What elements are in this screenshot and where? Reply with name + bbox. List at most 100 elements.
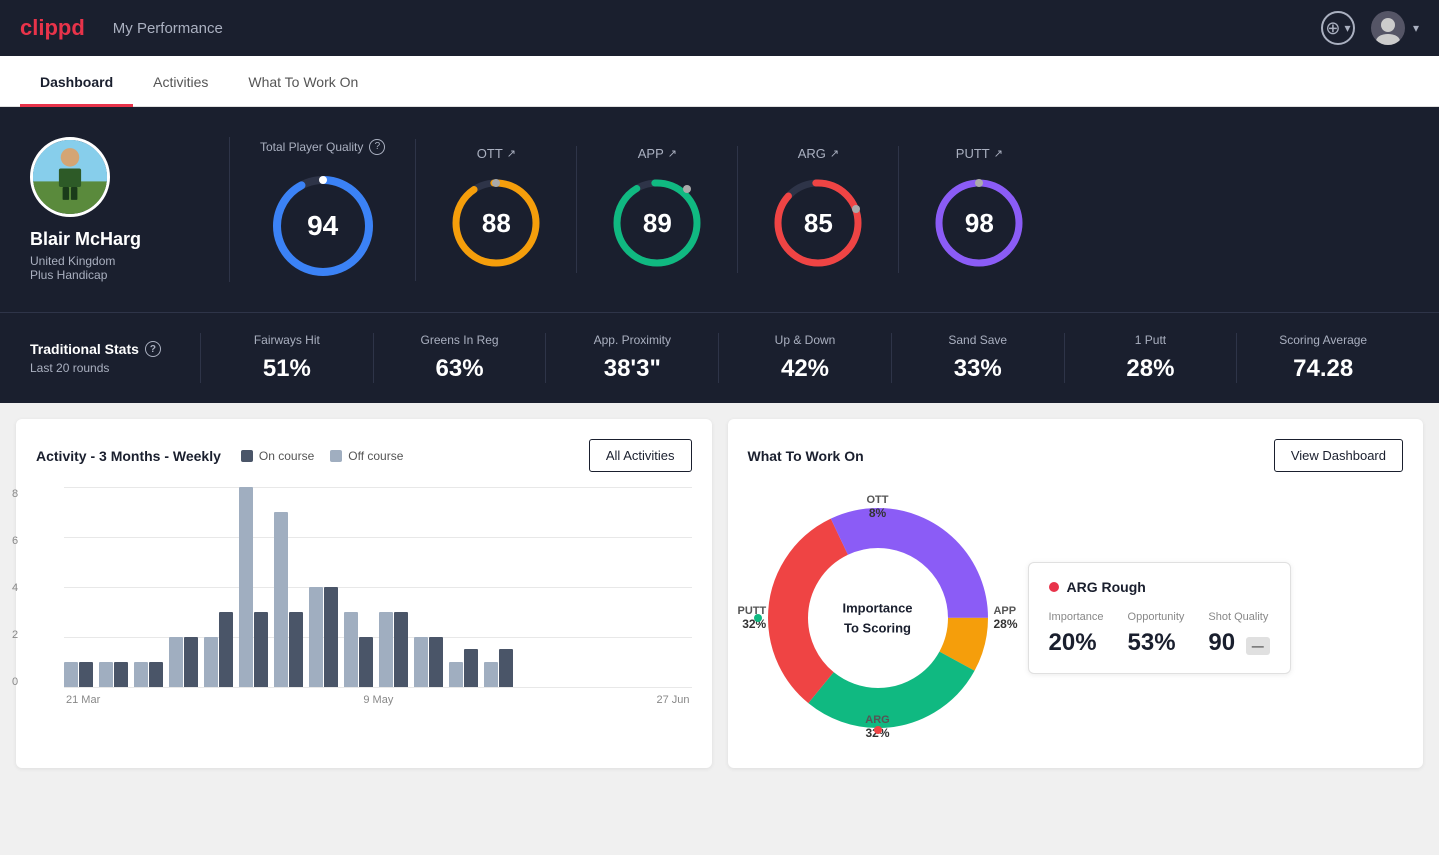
putt-donut-label: PUTT 32% (738, 605, 767, 631)
bar-off (309, 587, 323, 687)
user-menu[interactable]: ▾ (1371, 11, 1419, 45)
bar-group-11 (414, 637, 443, 687)
activity-chart-title: Activity - 3 Months - Weekly (36, 448, 221, 464)
chevron-icon: ▾ (1345, 21, 1351, 35)
legend-off-course: Off course (330, 449, 403, 463)
stat-proximity: App. Proximity 38'3" (545, 333, 718, 383)
view-dashboard-button[interactable]: View Dashboard (1274, 439, 1403, 472)
plus-icon: ⊕ (1325, 18, 1340, 39)
bar-on (114, 662, 128, 687)
bar-group-1 (64, 662, 93, 687)
bar-on (324, 587, 338, 687)
app-value: 89 (643, 208, 672, 239)
bar-group-9 (344, 612, 373, 687)
shot-quality-label: Shot Quality (1208, 611, 1269, 623)
metric-shot-quality: Shot Quality 90 — (1208, 611, 1269, 657)
grid-line-8 (64, 487, 692, 488)
player-country: United Kingdom (30, 254, 115, 268)
avatar (1371, 11, 1405, 45)
putt-gauge: 98 (929, 173, 1029, 273)
stat-sandsave: Sand Save 33% (891, 333, 1064, 383)
info-card-title: ARG Rough (1049, 579, 1270, 595)
trad-stats-grid: Fairways Hit 51% Greens In Reg 63% App. … (200, 333, 1409, 383)
chart-legend: On course Off course (241, 449, 404, 463)
trad-info-icon[interactable]: ? (145, 341, 161, 357)
what-to-work-on-panel: What To Work On View Dashboard (728, 419, 1424, 768)
arg-value: 85 (804, 208, 833, 239)
bar-off (379, 612, 393, 687)
wtwo-content: ImportanceTo Scoring OTT 8% APP 28% ARG … (748, 488, 1404, 748)
bar-group-8 (309, 587, 338, 687)
bar-off (484, 662, 498, 687)
importance-value: 20% (1049, 629, 1104, 657)
bar-group-4 (169, 637, 198, 687)
x-labels: 21 Mar 9 May 27 Jun (64, 694, 692, 706)
ott-value: 88 (482, 208, 511, 239)
on-course-dot (241, 450, 253, 462)
bar-off (134, 662, 148, 687)
bar-off (344, 612, 358, 687)
sub-score-ott: OTT↗ 88 (416, 146, 577, 273)
grid-line-0 (64, 687, 692, 688)
x-label-mar: 21 Mar (66, 694, 100, 706)
bar-on (184, 637, 198, 687)
donut-center-text: ImportanceTo Scoring (842, 599, 912, 638)
app-arrow-icon: ↗ (668, 147, 677, 160)
bottom-panels: Activity - 3 Months - Weekly On course O… (0, 403, 1439, 784)
stat-updown: Up & Down 42% (718, 333, 891, 383)
tab-activities[interactable]: Activities (133, 56, 228, 107)
tabs-bar: Dashboard Activities What To Work On (0, 56, 1439, 107)
bar-group-13 (484, 649, 513, 687)
nav-right: ⊕ ▾ ▾ (1321, 11, 1419, 45)
bar-on (219, 612, 233, 687)
bar-off (169, 637, 183, 687)
arg-arrow-icon: ↗ (830, 147, 839, 160)
total-quality-label: Total Player Quality ? (260, 139, 385, 155)
putt-label: PUTT↗ (956, 146, 1003, 161)
wtwo-title: What To Work On (748, 448, 864, 464)
off-course-dot (330, 450, 342, 462)
tab-what-to-work-on[interactable]: What To Work On (228, 56, 378, 107)
nav-title: My Performance (113, 20, 223, 37)
metric-opportunity: Opportunity 53% (1128, 611, 1185, 657)
total-quality-gauge: 94 (268, 171, 378, 281)
wtwo-header: What To Work On View Dashboard (748, 439, 1404, 472)
add-button[interactable]: ⊕ ▾ (1321, 11, 1355, 45)
donut-chart-wrap: ImportanceTo Scoring OTT 8% APP 28% ARG … (748, 488, 1008, 748)
logo-text: clippd (20, 15, 85, 41)
scores-section: Total Player Quality ? 94 OTT (230, 139, 1409, 281)
tab-dashboard[interactable]: Dashboard (20, 56, 133, 107)
grid-line-4 (64, 587, 692, 588)
app-donut-label: APP 28% (993, 605, 1017, 631)
metric-importance: Importance 20% (1049, 611, 1104, 657)
y-labels: 0 2 4 6 8 (12, 488, 18, 688)
shot-quality-badge: — (1246, 637, 1270, 655)
shot-quality-value: 90 — (1208, 629, 1269, 657)
chart-bars (64, 488, 692, 688)
bar-on (464, 649, 478, 687)
x-label-jun: 27 Jun (656, 694, 689, 706)
ott-donut-label: OTT 8% (867, 494, 889, 520)
total-quality: Total Player Quality ? 94 (260, 139, 416, 281)
ott-gauge: 88 (446, 173, 546, 273)
legend-on-course: On course (241, 449, 314, 463)
bar-off (204, 637, 218, 687)
app-gauge: 89 (607, 173, 707, 273)
info-card-metrics: Importance 20% Opportunity 53% Shot Qual… (1049, 611, 1270, 657)
ott-arrow-icon: ↗ (507, 147, 516, 160)
total-quality-value: 94 (307, 210, 338, 242)
grid-lines (64, 488, 692, 688)
grid-line-6 (64, 537, 692, 538)
trad-label-section: Traditional Stats ? Last 20 rounds (30, 341, 170, 375)
bar-on (254, 612, 268, 687)
bar-off (414, 637, 428, 687)
stat-greens: Greens In Reg 63% (373, 333, 546, 383)
info-card: ARG Rough Importance 20% Opportunity 53%… (1028, 562, 1291, 674)
app-label: APP↗ (638, 146, 677, 161)
ott-label: OTT↗ (477, 146, 516, 161)
all-activities-button[interactable]: All Activities (589, 439, 692, 472)
stat-oneputt: 1 Putt 28% (1064, 333, 1237, 383)
total-quality-info-icon[interactable]: ? (369, 139, 385, 155)
stat-fairways: Fairways Hit 51% (200, 333, 373, 383)
trad-sub-label: Last 20 rounds (30, 361, 170, 375)
